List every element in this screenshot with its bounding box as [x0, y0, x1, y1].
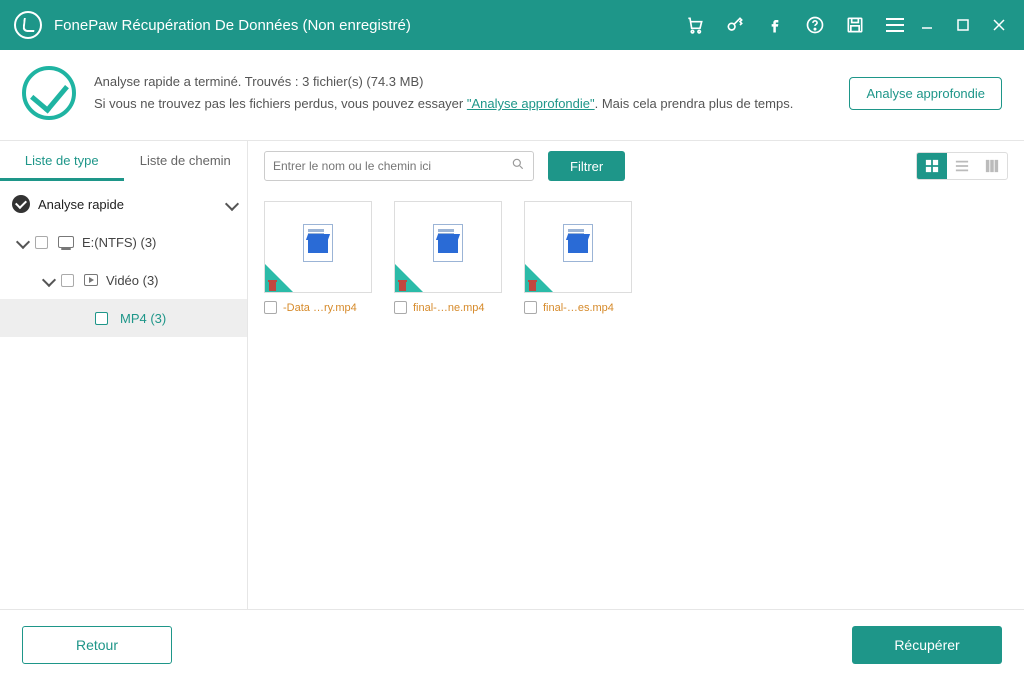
title-actions [684, 14, 906, 36]
main-body: Liste de type Liste de chemin Analyse ra… [0, 141, 1024, 609]
search-input[interactable] [273, 159, 511, 173]
video-icon [84, 274, 98, 286]
app-title: FonePaw Récupération De Données (Non enr… [54, 17, 411, 34]
view-list-button[interactable] [947, 153, 977, 179]
app-logo-icon [14, 11, 42, 39]
file-thumbnail[interactable] [264, 201, 372, 293]
file-thumbnail[interactable] [524, 201, 632, 293]
chevron-down-icon[interactable] [42, 273, 56, 287]
file-name: final-…ne.mp4 [413, 302, 485, 314]
key-icon[interactable] [724, 14, 746, 36]
title-bar: FonePaw Récupération De Données (Non enr… [0, 0, 1024, 50]
tree-drive[interactable]: E:(NTFS) (3) [0, 223, 247, 261]
checkbox-drive[interactable] [35, 236, 48, 249]
tree-video[interactable]: Vidéo (3) [0, 261, 247, 299]
tree-quick-scan[interactable]: Analyse rapide [0, 185, 247, 223]
content-area: Filtrer -Data …ry.mp4 [248, 141, 1024, 609]
deleted-indicator-icon [398, 279, 407, 291]
tab-path-list[interactable]: Liste de chemin [124, 141, 248, 181]
file-checkbox[interactable] [524, 301, 537, 314]
toolbar: Filtrer [248, 141, 1024, 191]
file-thumbnail[interactable] [394, 201, 502, 293]
status-strip: Analyse rapide a terminé. Trouvés : 3 fi… [0, 50, 1024, 141]
help-icon[interactable] [804, 14, 826, 36]
deep-scan-link[interactable]: "Analyse approfondie" [467, 96, 595, 111]
search-box[interactable] [264, 151, 534, 181]
check-complete-icon [22, 66, 76, 120]
deleted-indicator-icon [268, 279, 277, 291]
status-text: Analyse rapide a terminé. Trouvés : 3 fi… [94, 71, 849, 115]
file-item[interactable]: final-…ne.mp4 [394, 201, 502, 314]
close-button[interactable] [988, 14, 1010, 36]
search-icon[interactable] [511, 157, 525, 176]
checkbox-mp4[interactable] [95, 312, 108, 325]
drive-icon [58, 236, 74, 248]
file-grid: -Data …ry.mp4 final-…ne.mp4 final-…es.mp… [248, 191, 1024, 324]
tab-type-list[interactable]: Liste de type [0, 141, 124, 181]
footer: Retour Récupérer [0, 609, 1024, 679]
status-line1: Analyse rapide a terminé. Trouvés : 3 fi… [94, 71, 849, 93]
checkbox-video[interactable] [61, 274, 74, 287]
chevron-down-icon[interactable] [16, 235, 30, 249]
status-line2: Si vous ne trouvez pas les fichiers perd… [94, 93, 849, 115]
deleted-indicator-icon [528, 279, 537, 291]
file-checkbox[interactable] [264, 301, 277, 314]
filter-button[interactable]: Filtrer [548, 151, 625, 181]
sidebar: Liste de type Liste de chemin Analyse ra… [0, 141, 248, 609]
tree-mp4[interactable]: MP4 (3) [0, 299, 247, 337]
tree: Analyse rapide E:(NTFS) (3) Vidéo (3) [0, 181, 247, 337]
app-window: FonePaw Récupération De Données (Non enr… [0, 0, 1024, 679]
cart-icon[interactable] [684, 14, 706, 36]
minimize-button[interactable] [916, 14, 938, 36]
recover-button[interactable]: Récupérer [852, 626, 1002, 664]
check-circle-icon [12, 195, 30, 213]
maximize-button[interactable] [952, 14, 974, 36]
view-switch [916, 152, 1008, 180]
facebook-icon[interactable] [764, 14, 786, 36]
file-item[interactable]: -Data …ry.mp4 [264, 201, 372, 314]
save-icon[interactable] [844, 14, 866, 36]
deep-scan-button[interactable]: Analyse approfondie [849, 77, 1002, 110]
view-detail-button[interactable] [977, 153, 1007, 179]
file-item[interactable]: final-…es.mp4 [524, 201, 632, 314]
view-grid-button[interactable] [917, 153, 947, 179]
file-checkbox[interactable] [394, 301, 407, 314]
file-name: final-…es.mp4 [543, 302, 614, 314]
menu-icon[interactable] [884, 14, 906, 36]
back-button[interactable]: Retour [22, 626, 172, 664]
file-name: -Data …ry.mp4 [283, 302, 357, 314]
chevron-down-icon[interactable] [225, 197, 239, 211]
